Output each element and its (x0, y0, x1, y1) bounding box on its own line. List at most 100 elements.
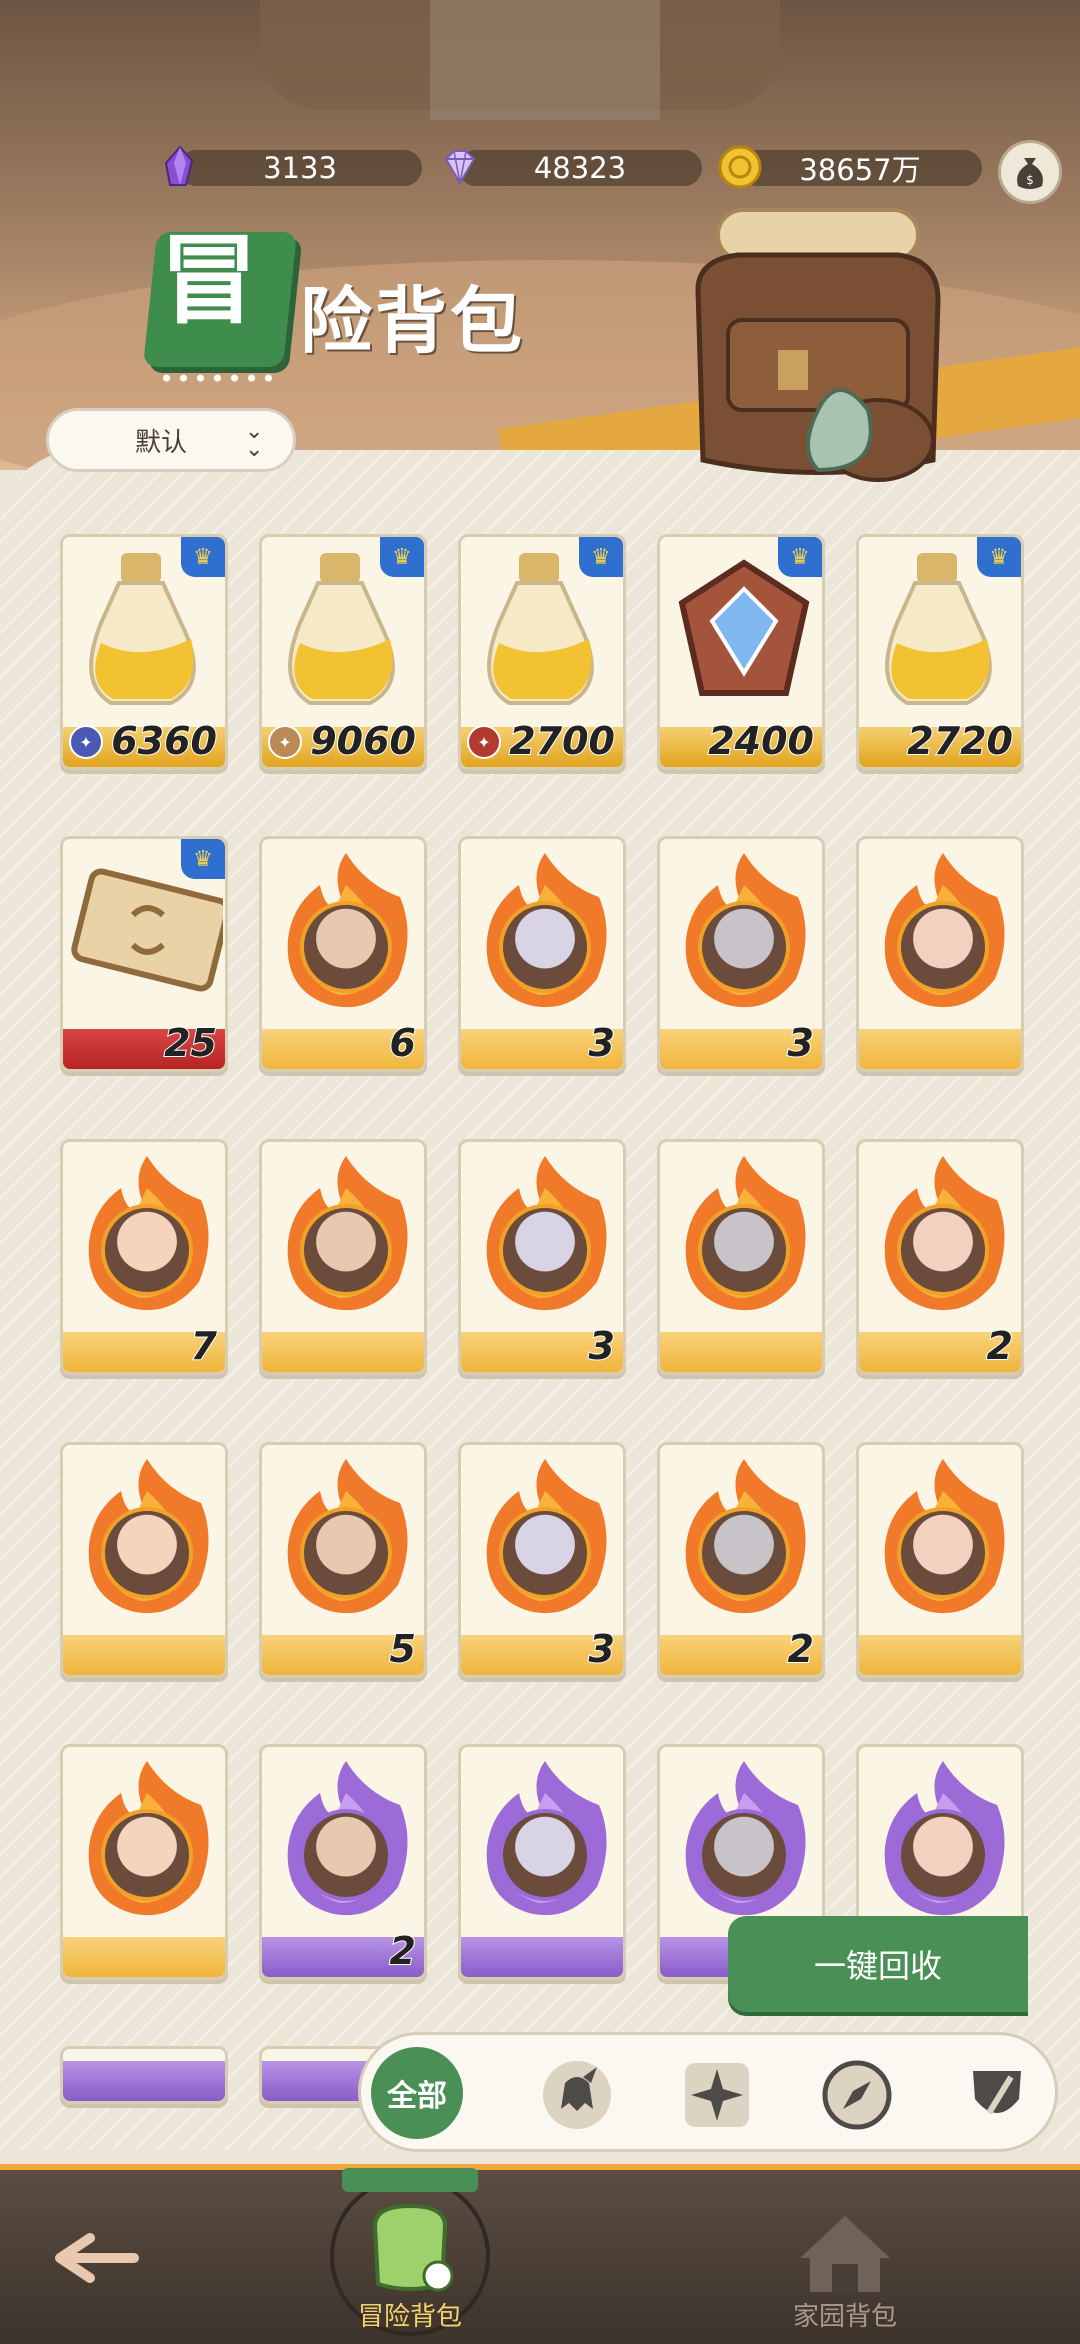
compass-icon[interactable] (819, 2057, 895, 2133)
sword-shield-icon[interactable] (959, 2057, 1035, 2133)
hero-portrait (897, 1507, 989, 1599)
crown-badge-icon: ♛ (977, 537, 1021, 577)
hero-portrait (897, 1809, 989, 1901)
hero-portrait (698, 1507, 790, 1599)
item-quantity: 3 (588, 1626, 616, 1672)
gold-value: 38657万 (799, 153, 921, 187)
diamond-counter: 48323 (458, 150, 702, 186)
hero-portrait (499, 1507, 591, 1599)
hero-portrait (698, 901, 790, 993)
item-quantity: 2 (986, 1323, 1014, 1369)
hero-portrait (101, 1809, 193, 1901)
crown-badge-icon: ♛ (181, 537, 225, 577)
crystal-value: 3133 (263, 151, 337, 185)
item-card[interactable]: ♛ ✦ 2700 (458, 534, 626, 770)
item-quantity: 9060 (309, 718, 417, 764)
item-quantity: 2700 (508, 718, 616, 764)
crown-badge-icon: ♛ (778, 537, 822, 577)
hero-portrait (300, 901, 392, 993)
backpack-illustration (695, 208, 941, 482)
recycle-label: 一键回收 (813, 1947, 942, 1985)
crown-badge-icon: ♛ (181, 839, 225, 879)
back-arrow-icon[interactable] (50, 2228, 140, 2288)
item-card[interactable] (458, 1744, 626, 1980)
item-quantity: 3 (787, 1020, 815, 1066)
svg-text:$: $ (1026, 173, 1034, 187)
gold-counter: 38657万 (738, 150, 982, 187)
item-quantity: 2 (787, 1626, 815, 1672)
crystal-counter: 3133 (178, 150, 422, 186)
chevron-down-icon: ⌄ ⌄ (245, 419, 264, 462)
item-quantity: 7 (190, 1323, 218, 1369)
gold-coin-icon (718, 145, 762, 189)
item-card[interactable] (856, 836, 1024, 1072)
item-quantity: 6360 (110, 718, 218, 764)
diamond-value: 48323 (533, 151, 627, 185)
hero-portrait (300, 1204, 392, 1296)
one-click-recycle-button[interactable]: 一键回收 (728, 1916, 1028, 2012)
item-quantity: 3 (588, 1020, 616, 1066)
item-card[interactable]: 3 (657, 836, 825, 1072)
item-quantity: 2720 (906, 718, 1014, 764)
item-card[interactable]: 7 (60, 1139, 228, 1375)
hero-portrait (300, 1809, 392, 1901)
filter-bar: 全部 (358, 2032, 1058, 2152)
hero-portrait (698, 1204, 790, 1296)
hero-portrait (499, 1809, 591, 1901)
item-card[interactable]: 3 (458, 836, 626, 1072)
sort-dropdown[interactable]: 默认 ⌄ ⌄ (46, 408, 296, 472)
item-card[interactable]: ♛ 2720 (856, 534, 1024, 770)
item-card[interactable]: 3 (458, 1442, 626, 1678)
item-card[interactable] (60, 1744, 228, 1980)
item-card[interactable] (60, 2046, 228, 2104)
item-quantity: 6 (389, 1020, 417, 1066)
item-card[interactable]: ♛ 25 (60, 836, 228, 1072)
hero-portrait (101, 1204, 193, 1296)
item-card[interactable]: 2 (259, 1744, 427, 1980)
item-quantity: 25 (163, 1020, 218, 1066)
item-quantity: 3 (588, 1323, 616, 1369)
hero-portrait (897, 901, 989, 993)
item-card[interactable]: 6 (259, 836, 427, 1072)
diamond-icon (444, 150, 476, 185)
item-quantity: 2 (389, 1928, 417, 1974)
item-card[interactable] (856, 1442, 1024, 1678)
crown-badge-icon: ♛ (380, 537, 424, 577)
item-card[interactable]: 3 (458, 1139, 626, 1375)
title-dots (158, 374, 278, 382)
hero-portrait (300, 1507, 392, 1599)
tab-home-label: 家园背包 (792, 2302, 897, 2332)
item-card[interactable]: ♛ ✦ 9060 (259, 534, 427, 770)
crown-badge-icon: ♛ (579, 537, 623, 577)
money-bag-icon: $ (1017, 158, 1043, 189)
hero-portrait (499, 901, 591, 993)
item-card[interactable] (60, 1442, 228, 1678)
item-card[interactable]: ♛ 2400 (657, 534, 825, 770)
item-card[interactable] (259, 1139, 427, 1375)
hero-portrait (897, 1204, 989, 1296)
item-quantity: 2400 (707, 718, 815, 764)
filter-all-button[interactable]: 全部 (371, 2047, 463, 2139)
item-card[interactable]: 2 (856, 1139, 1024, 1375)
money-bag-button[interactable]: $ (998, 140, 1062, 204)
heart-icon: ✦ (467, 725, 501, 759)
page-title: 险背包 (300, 278, 526, 363)
item-card[interactable]: 2 (657, 1442, 825, 1678)
item-card[interactable] (657, 1139, 825, 1375)
item-card[interactable]: ♛ ✦ 6360 (60, 534, 228, 770)
item-card[interactable]: 5 (259, 1442, 427, 1678)
item-quantity: 5 (389, 1626, 417, 1672)
hero-portrait (698, 1809, 790, 1901)
sort-label: 默认 (135, 427, 188, 458)
warrior-helmet-icon[interactable] (539, 2057, 615, 2133)
tab-adventure-label: 冒险背包 (357, 2302, 462, 2332)
filter-all-label: 全部 (387, 2079, 447, 2114)
purple-crystal-icon (164, 145, 194, 186)
title-first-char: 冒 (160, 223, 259, 338)
star-compass-icon[interactable] (679, 2057, 755, 2133)
tab-home-backpack[interactable] (790, 2208, 900, 2296)
hero-portrait (499, 1204, 591, 1296)
shield-icon: ✦ (268, 725, 302, 759)
swords-icon: ✦ (69, 725, 103, 759)
hero-portrait (101, 1507, 193, 1599)
